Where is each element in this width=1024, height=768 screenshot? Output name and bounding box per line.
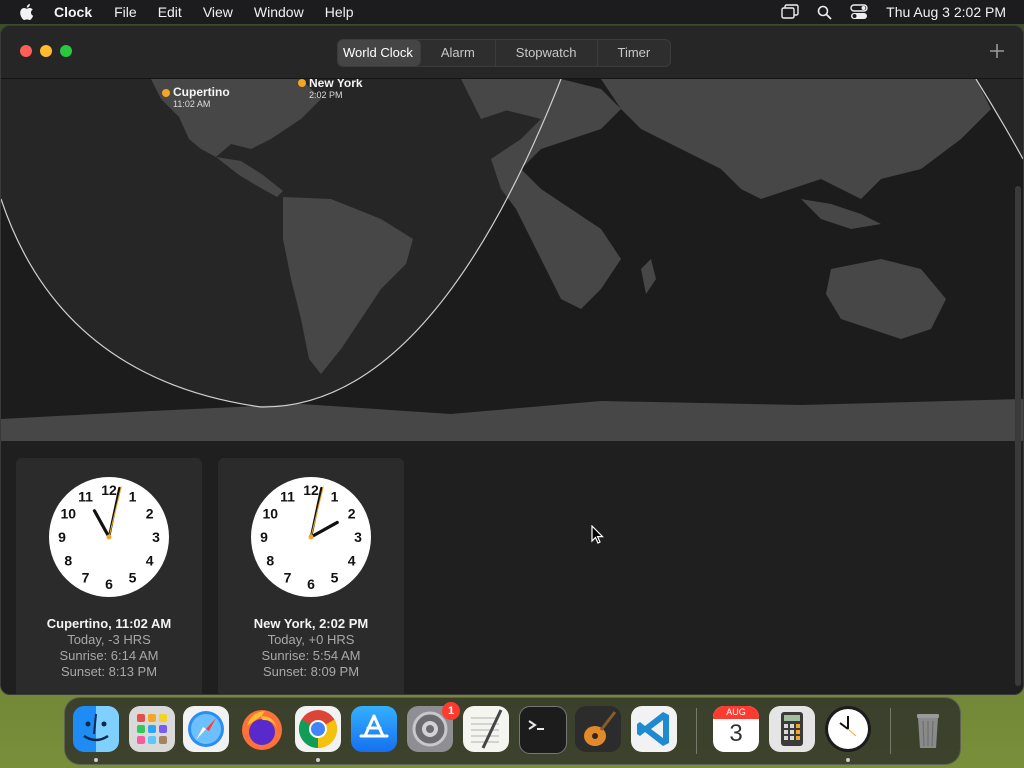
clock-numeral: 9 [58, 529, 66, 545]
clock-numeral: 7 [82, 570, 90, 586]
clock-numeral: 4 [146, 553, 154, 569]
chrome-icon[interactable] [295, 706, 341, 752]
app-store-icon[interactable] [351, 706, 397, 752]
cupertino-pin-time: 11:02 AM [173, 99, 211, 109]
clock-numeral: 10 [61, 506, 77, 522]
launchpad-icon[interactable] [129, 706, 175, 752]
control-center-icon[interactable] [850, 4, 868, 20]
world-map: Cupertino 11:02 AM New York 2:02 PM [1, 79, 1023, 441]
clock-numeral: 6 [307, 576, 315, 592]
garageband-icon[interactable] [575, 706, 621, 752]
menu-window[interactable]: Window [254, 4, 304, 20]
clock-numeral: 9 [260, 529, 268, 545]
clock-numeral: 6 [105, 576, 113, 592]
close-window-button[interactable] [20, 45, 32, 57]
new-york-pin-dot [298, 79, 306, 87]
cupertino-pin-label: Cupertino 11:02 AM [173, 86, 230, 110]
mouse-cursor-icon [591, 524, 605, 545]
dock: 1 AUG 3 [64, 697, 961, 765]
clock-card-title: New York, 2:02 PM [253, 616, 369, 631]
clock-cards-area: 1 2 3 4 5 6 7 8 9 10 11 12 Cupertino, 11:02 AM Toda… [1, 441, 1023, 694]
menubar-clock[interactable]: Thu Aug 3 2:02 PM [886, 4, 1006, 20]
new-york-pin-name: New York [309, 79, 363, 90]
analog-clock-face: 1234567891011 12 [49, 477, 169, 597]
clock-card-title: Cupertino, 11:02 AM [46, 616, 172, 631]
clock-app-icon[interactable] [825, 706, 871, 752]
apple-menu-icon[interactable] [18, 3, 36, 21]
vscode-icon[interactable] [631, 706, 677, 752]
clock-numeral: 1 [331, 488, 339, 504]
calendar-icon[interactable]: AUG 3 [713, 706, 759, 752]
settings-notification-badge: 1 [442, 702, 460, 720]
firefox-icon[interactable] [239, 706, 285, 752]
safari-icon[interactable] [183, 706, 229, 752]
menu-help[interactable]: Help [325, 4, 354, 20]
chrome-running-indicator [316, 758, 320, 762]
zoom-window-button[interactable] [60, 45, 72, 57]
terminal-icon[interactable] [519, 706, 567, 754]
calendar-month: AUG [713, 706, 759, 719]
tab-world-clock[interactable]: World Clock [338, 40, 421, 66]
clock-card-offset: Today, -3 HRS [67, 632, 151, 647]
title-bar: World Clock Alarm Stopwatch Timer [1, 26, 1023, 79]
clock-running-indicator [846, 758, 850, 762]
calculator-icon[interactable] [769, 706, 815, 752]
menu-edit[interactable]: Edit [158, 4, 182, 20]
clock-numeral: 3 [152, 529, 160, 545]
clock-numeral: 7 [284, 570, 292, 586]
menu-app-clock[interactable]: Clock [54, 4, 92, 20]
tab-timer[interactable]: Timer [598, 40, 671, 66]
clock-numeral: 12 [303, 482, 319, 498]
calendar-day: 3 [729, 720, 743, 747]
clock-numeral: 10 [263, 506, 279, 522]
menu-bar: Clock File Edit View Window Help Thu Aug… [0, 0, 1024, 24]
cupertino-pin-dot [162, 89, 170, 97]
textedit-icon[interactable] [463, 706, 509, 752]
tab-alarm[interactable]: Alarm [421, 40, 496, 66]
clock-numeral: 1 [129, 488, 137, 504]
clock-numeral: 5 [331, 570, 339, 586]
clock-card-sunrise: Sunrise: 6:14 AM [59, 648, 159, 663]
clock-numeral: 11 [78, 488, 93, 504]
clock-numeral: 12 [101, 482, 117, 498]
tab-stopwatch[interactable]: Stopwatch [496, 40, 598, 66]
clock-numeral: 8 [266, 553, 274, 569]
world-map-graphic [1, 79, 1023, 441]
clock-center-pin [308, 534, 314, 540]
clock-window: World Clock Alarm Stopwatch Timer Cupert… [0, 25, 1024, 695]
finder-icon[interactable] [73, 706, 119, 752]
minimize-window-button[interactable] [40, 45, 52, 57]
screen-mirroring-icon[interactable] [781, 4, 799, 20]
tab-bar: World Clock Alarm Stopwatch Timer [337, 39, 672, 67]
dock-separator [890, 708, 891, 754]
clock-card-new-york[interactable]: 1 2 3 4 5 6 7 8 9 10 11 12 New York, 2:02 PM Today,… [218, 458, 404, 694]
clock-numeral: 11 [280, 488, 295, 504]
finder-running-indicator [94, 758, 98, 762]
new-york-pin-label: New York 2:02 PM [309, 79, 363, 101]
clock-numeral: 5 [129, 570, 137, 586]
menu-file[interactable]: File [114, 4, 137, 20]
analog-clock-face: 1234567891011 12 [251, 477, 371, 597]
clock-numeral: 3 [354, 529, 362, 545]
clock-numeral: 4 [348, 553, 356, 569]
dock-separator [696, 708, 697, 754]
clock-card-sunrise: Sunrise: 5:54 AM [261, 648, 361, 663]
clock-numeral: 2 [348, 506, 356, 522]
clock-numeral: 2 [146, 506, 154, 522]
scrollbar[interactable] [1015, 186, 1021, 686]
trash-icon[interactable] [905, 706, 951, 752]
clock-card-offset: Today, +0 HRS [267, 632, 355, 647]
cupertino-pin-name: Cupertino [173, 85, 230, 99]
add-city-button[interactable] [987, 40, 1007, 62]
menu-view[interactable]: View [203, 4, 233, 20]
new-york-pin-time: 2:02 PM [309, 90, 343, 100]
clock-card-sunset: Sunset: 8:09 PM [262, 664, 360, 679]
spotlight-search-icon[interactable] [817, 5, 832, 20]
clock-card-cupertino[interactable]: 1 2 3 4 5 6 7 8 9 10 11 12 Cupertino, 11:02 AM Toda… [16, 458, 202, 694]
clock-card-sunset: Sunset: 8:13 PM [60, 664, 158, 679]
clock-center-pin [106, 534, 112, 540]
clock-numeral: 8 [64, 553, 72, 569]
